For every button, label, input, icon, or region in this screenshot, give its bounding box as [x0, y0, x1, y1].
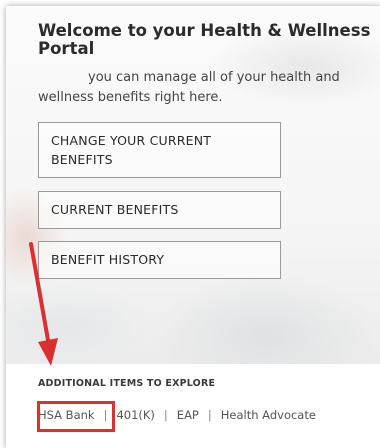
page-title: Welcome to your Health & Wellness Portal: [38, 21, 371, 58]
change-benefits-button[interactable]: CHANGE YOUR CURRENT BENEFITS: [38, 122, 281, 178]
link-separator: |: [207, 408, 212, 422]
health-advocate-link[interactable]: Health Advocate: [221, 408, 316, 422]
highlight-box: [37, 401, 115, 432]
eap-link[interactable]: EAP: [177, 408, 199, 422]
additional-items-label: ADDITIONAL ITEMS TO EXPLORE: [38, 378, 216, 389]
current-benefits-button[interactable]: CURRENT BENEFITS: [38, 191, 281, 229]
benefit-history-button[interactable]: BENEFIT HISTORY: [38, 241, 281, 279]
hero-background: [6, 6, 380, 364]
401k-link[interactable]: 401(K): [116, 408, 154, 422]
link-separator: |: [163, 408, 168, 422]
intro-text: you can manage all of your health and we…: [38, 70, 340, 105]
portal-panel: Welcome to your Health & Wellness Portal…: [6, 6, 380, 448]
